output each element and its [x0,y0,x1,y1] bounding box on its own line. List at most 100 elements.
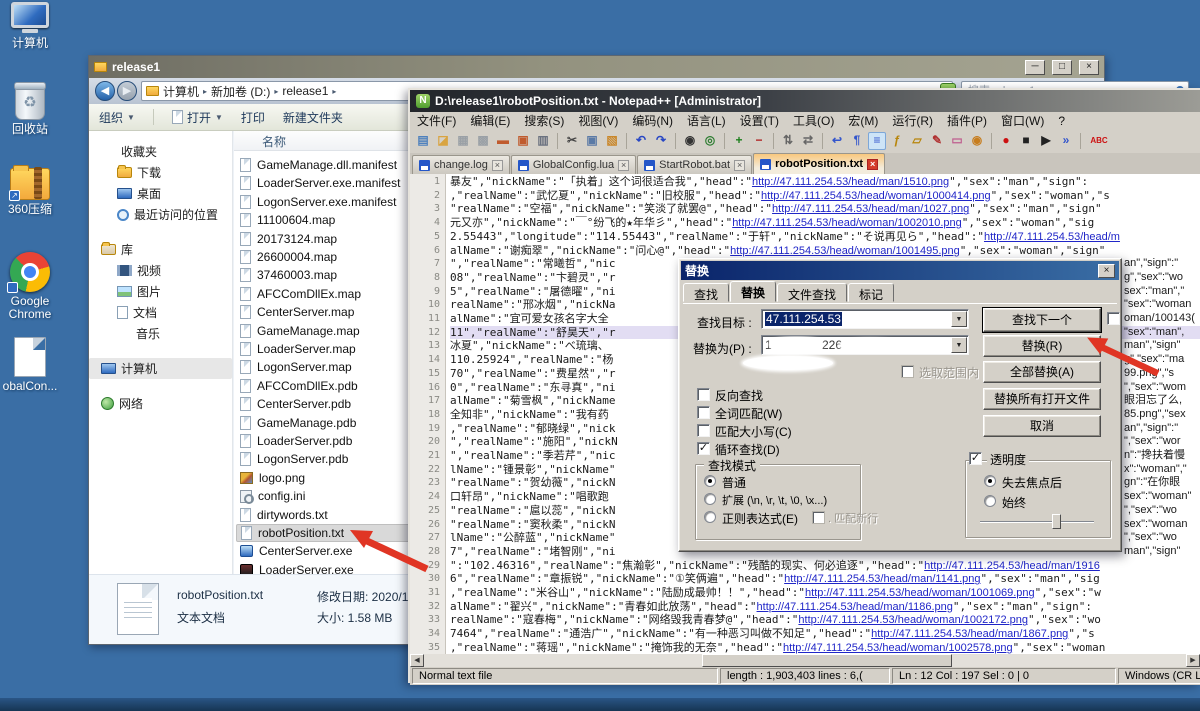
spell-check-icon[interactable]: ABC [1086,132,1112,150]
replace-icon[interactable]: ◎ [701,132,719,150]
dialog-titlebar[interactable]: 替换 × [681,261,1119,280]
url-link[interactable]: http://47.111.254.53/head/woman/1000414.… [761,190,991,202]
slider-thumb[interactable] [1052,514,1061,529]
menu-item[interactable]: 编辑(E) [463,112,517,129]
dropdown-arrow-icon[interactable]: ▼ [951,311,967,327]
tab-mark[interactable]: 标记 [848,283,894,302]
normal-mode-radio[interactable] [704,475,716,487]
close-icon[interactable]: ▬ [494,132,512,150]
scroll-right-icon[interactable]: ▶ [1186,654,1200,667]
desktop-icon-zip[interactable]: ↗360压缩 [0,168,62,216]
print-icon[interactable]: ▥ [534,132,552,150]
unlabeled-checkbox[interactable] [1107,312,1120,325]
menu-item[interactable]: ? [1051,114,1072,128]
transparency-checkbox[interactable]: ✓ [969,452,982,465]
word-wrap-icon[interactable]: ↩ [828,132,846,150]
menu-item[interactable]: 宏(M) [841,112,885,129]
url-link[interactable]: http://47.111.254.53/head/woman/1001495.… [730,245,960,257]
whole-word-checkbox[interactable] [697,406,710,419]
desktop-icon-recycle[interactable]: 回收站 [0,84,62,136]
desktop-icon-computer[interactable]: 计算机 [0,2,62,50]
menu-item[interactable]: 语言(L) [680,112,733,129]
paste-icon[interactable]: ▧ [603,132,621,150]
regex-mode-radio[interactable] [704,511,716,523]
macro-multi-icon[interactable]: » [1057,132,1075,150]
sidebar-item-网络[interactable]: 网络 [89,393,232,414]
breadcrumb-segment[interactable]: 新加卷 (D:) [211,83,270,100]
function-list-icon[interactable]: ƒ [888,132,906,150]
sidebar-item-最近访问的位置[interactable]: 最近访问的位置 [89,204,232,225]
close-tab-icon[interactable]: × [734,160,745,171]
stop-macro-icon[interactable]: ■ [1017,132,1035,150]
forward-button[interactable]: ▶ [117,81,137,101]
url-link[interactable]: http://47.111.254.53/head/m [984,231,1120,243]
close-button[interactable]: × [1079,60,1099,75]
always-radio[interactable] [984,495,996,507]
menu-item[interactable]: 设置(T) [733,112,786,129]
minimize-button[interactable]: ─ [1025,60,1045,75]
url-link[interactable]: http://47.111.254.53/head/man/1027.png [772,203,969,215]
menu-item[interactable]: 窗口(W) [994,112,1051,129]
tab-robotPosition.txt[interactable]: robotPosition.txt× [753,153,885,174]
record-macro-icon[interactable]: ● [997,132,1015,150]
sidebar-item-下载[interactable]: 下载 [89,162,232,183]
url-link[interactable]: http://47.111.254.53/head/man/1510.png [752,176,949,188]
show-all-chars-icon[interactable]: ¶ [848,132,866,150]
menu-item[interactable]: 工具(O) [786,112,841,129]
tab-find-in-files[interactable]: 文件查找 [777,283,847,302]
close-tab-icon[interactable]: × [492,160,503,171]
sidebar-item-桌面[interactable]: 桌面 [89,183,232,204]
horizontal-scrollbar[interactable]: ◀ ▶ [410,654,1200,667]
url-link[interactable]: http://47.111.254.53/head/woman/1002578.… [783,642,1013,654]
find-what-input[interactable]: 47.111.254.53 ▼ [761,309,969,329]
undo-icon[interactable]: ↶ [632,132,650,150]
zoom-in-icon[interactable]: + [730,132,748,150]
sidebar-item-库[interactable]: 库 [89,239,232,260]
new-file-icon[interactable]: ▤ [414,132,432,150]
tab-change.log[interactable]: change.log× [412,155,510,174]
explorer-titlebar[interactable]: release1 ─ □ × [89,56,1104,78]
menu-item[interactable]: 编码(N) [625,112,680,129]
close-all-icon[interactable]: ▣ [514,132,532,150]
close-tab-icon[interactable]: × [867,159,878,170]
find-icon[interactable]: ◉ [681,132,699,150]
sidebar-item-视频[interactable]: 视频 [89,260,232,281]
folder-workspace-icon[interactable]: ▭ [948,132,966,150]
url-link[interactable]: http://47.111.254.53/head/woman/1002010.… [732,217,962,229]
doc-map-icon[interactable]: ▱ [908,132,926,150]
sidebar-item-文档[interactable]: 文档 [89,302,232,323]
cut-icon[interactable]: ✂ [563,132,581,150]
scrollbar-thumb[interactable] [702,654,952,667]
wrap-around-checkbox[interactable]: ✓ [697,442,710,455]
breadcrumb-segment[interactable]: 计算机 [163,83,199,100]
sidebar-item-音乐[interactable]: 音乐 [89,323,232,344]
print-button[interactable]: 打印 [241,109,265,126]
menu-item[interactable]: 插件(P) [940,112,994,129]
replace-all-open-docs-button[interactable]: 替换所有打开文件 [983,388,1101,410]
matches-newline-checkbox[interactable] [812,511,825,524]
url-link[interactable]: http://47.111.254.53/head/man/1186.png [757,601,953,613]
sidebar-item-计算机[interactable]: 计算机 [89,358,232,379]
extended-mode-radio[interactable] [704,493,716,505]
sync-v-icon[interactable]: ⇅ [779,132,797,150]
notepadpp-titlebar[interactable]: N D:\release1\robotPosition.txt - Notepa… [410,90,1200,112]
play-macro-icon[interactable]: ▶ [1037,132,1055,150]
back-button[interactable]: ◀ [95,81,115,101]
tab-replace[interactable]: 替换 [730,281,776,302]
url-link[interactable]: http://47.111.254.53/head/man/1916 [924,560,1100,572]
breadcrumb-segment[interactable]: release1 [282,84,328,98]
save-all-icon[interactable]: ▩ [474,132,492,150]
url-link[interactable]: http://47.111.254.53/head/woman/1001069.… [805,587,1035,599]
dropdown-arrow-icon[interactable]: ▼ [951,337,967,353]
cancel-button[interactable]: 取消 [983,415,1101,437]
organize-button[interactable]: 组织▼ [99,109,135,126]
scroll-left-icon[interactable]: ◀ [410,654,424,667]
zoom-out-icon[interactable]: − [750,132,768,150]
tab-find[interactable]: 查找 [683,283,729,302]
desktop-icon-doc[interactable]: obalCon... [0,337,62,393]
sync-h-icon[interactable]: ⇄ [799,132,817,150]
menu-item[interactable]: 文件(F) [410,112,463,129]
doc-switcher-icon[interactable]: ✎ [928,132,946,150]
preview-icon[interactable]: ◉ [968,132,986,150]
menu-item[interactable]: 搜索(S) [517,112,571,129]
